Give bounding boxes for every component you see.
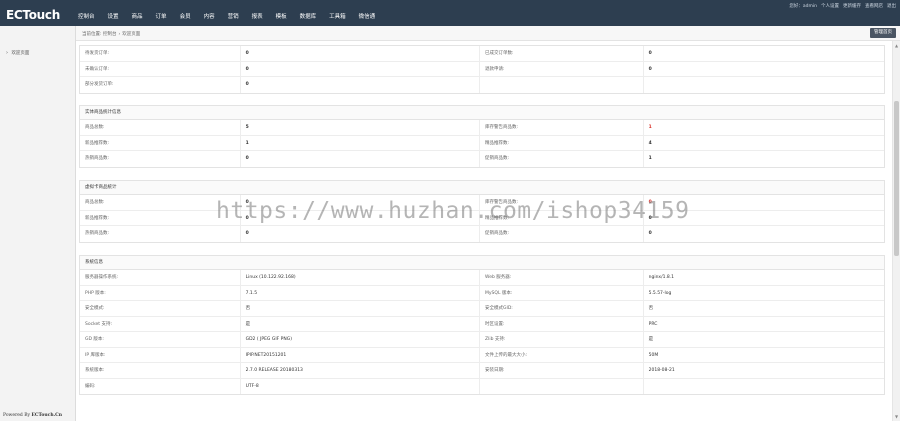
nav-marketing[interactable]: 营销 [228,12,239,20]
section-title: 实体商品统计信息 [80,106,884,120]
breadcrumb-current: 欢迎页面 [122,32,141,37]
virtual-card-stats-panel: 虚拟卡商品统计 商品总数: 0 库存警告商品数: 0 新品推荐数: 0 精品推荐… [79,180,885,243]
breadcrumb-label: 当前位置: [82,32,102,37]
table-row: 未确认订单: 0 退款申请: 0 [80,61,884,77]
nav-dashboard[interactable]: 控制台 [78,12,95,20]
logout-link[interactable]: 退出 [887,3,896,9]
main-nav: 控制台 设置 商品 订单 会员 内容 营销 报表 模板 数据库 工具箱 微信通 [78,12,388,20]
sidebar: › 欢迎页面 Powered By ECTouch.Cn [0,26,76,421]
breadcrumb-bar: 当前位置: 控制台 › 欢迎页面 管理首页 [76,26,900,41]
scrollbar-thumb[interactable] [894,101,899,256]
table-row: Socket 支持: 是 时区设置: PRC [80,316,884,332]
table-row: PHP 版本: 7.1.5 MySQL 版本: 5.5.57-log [80,285,884,301]
table-row: 新品推荐数: 0 精品推荐数: 0 [80,210,884,226]
chevron-right-icon: › [6,50,8,56]
table-row: IP 库版本: IPIP.NET20151201 文件上传的最大大小: 50M [80,347,884,363]
main-content: 待发货订单: 0 已成交订单数: 0 未确认订单: 0 退款申请: 0 部分发货… [76,41,892,421]
nav-wechat[interactable]: 微信通 [359,12,376,20]
nav-content[interactable]: 内容 [204,12,215,20]
table-row: 商品总数: 0 库存警告商品数: 0 [80,195,884,211]
table-row: 热销商品数: 0 促销商品数: 0 [80,226,884,242]
sidebar-item-label: 欢迎页面 [11,51,30,56]
breadcrumb: 当前位置: 控制台 › 欢迎页面 [82,31,140,37]
view-store-link[interactable]: 查看网店 [865,3,883,9]
top-bar: ECTouch 控制台 设置 商品 订单 会员 内容 营销 报表 模板 数据库 … [0,0,900,26]
powered-brand[interactable]: ECTouch.Cn [31,413,62,418]
goods-stats-panel: 实体商品统计信息 商品总数: 5 库存警告商品数: 1 新品推荐数: 1 精品推… [79,105,885,168]
table-row: GD 版本: GD2 ( JPEG GIF PNG) Zlib 支持: 是 [80,332,884,348]
table-row: 新品推荐数: 1 精品推荐数: 4 [80,135,884,151]
ectouch-logo[interactable]: ECTouch [6,8,60,22]
nav-orders[interactable]: 订单 [156,12,167,20]
triangle-up-icon[interactable]: ▲ [895,43,898,48]
main-scrollbar[interactable]: ▲ ▼ [892,41,900,421]
breadcrumb-dashboard[interactable]: 控制台 [103,32,117,37]
table-row: 服务器操作系统: Linux (10.122.92.168) Web 服务器: … [80,270,884,286]
table-row: 安全模式: 否 安全模式GID: 否 [80,301,884,317]
order-stats-panel: 待发货订单: 0 已成交订单数: 0 未确认订单: 0 退款申请: 0 部分发货… [79,45,885,94]
profile-link[interactable]: 个人设置 [821,3,839,9]
clear-cache-link[interactable]: 更新缓存 [843,3,861,9]
breadcrumb-separator: › [118,32,121,37]
nav-goods[interactable]: 商品 [132,12,143,20]
section-title: 虚拟卡商品统计 [80,181,884,195]
stock-warning-count: 1 [648,125,652,130]
table-row: 商品总数: 5 库存警告商品数: 1 [80,120,884,136]
nav-database[interactable]: 数据库 [300,12,317,20]
table-row: 热销商品数: 0 促销商品数: 1 [80,151,884,167]
nav-members[interactable]: 会员 [180,12,191,20]
table-row: 部分发货订单: 0 [80,77,884,93]
nav-toolbox[interactable]: 工具箱 [329,12,346,20]
manage-home-button[interactable]: 管理首页 [870,28,896,38]
table-row: 待发货订单: 0 已成交订单数: 0 [80,46,884,62]
sidebar-item-welcome[interactable]: › 欢迎页面 [6,50,29,56]
triangle-down-icon[interactable]: ▼ [895,414,898,419]
powered-by: Powered By ECTouch.Cn [3,413,63,418]
table-row: 系统版本: 2.7.0 RELEASE 20180313 安装日期: 2018-… [80,363,884,379]
nav-settings[interactable]: 设置 [108,12,119,20]
nav-templates[interactable]: 模板 [276,12,287,20]
section-title: 系统信息 [80,256,884,270]
user-links: 您好：admin 个人设置 更新缓存 查看网店 退出 [785,3,896,9]
greeting: 您好：admin [789,4,817,9]
nav-reports[interactable]: 报表 [252,12,263,20]
table-row: 编码: UTF-8 [80,378,884,394]
system-info-panel: 系统信息 服务器操作系统: Linux (10.122.92.168) Web … [79,255,885,395]
